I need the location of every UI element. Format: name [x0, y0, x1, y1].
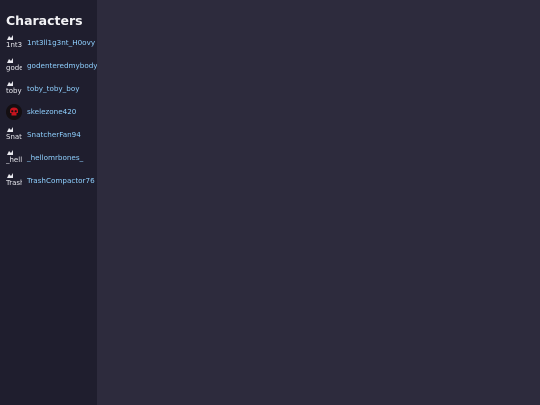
- avatar: toby: [6, 81, 22, 97]
- avatar: 1nt3l: [6, 35, 22, 51]
- main-content-area: [97, 0, 540, 405]
- avatar-alt-text: 1nt3l: [6, 41, 22, 49]
- character-item[interactable]: _hell _hellomrbones_: [0, 147, 97, 170]
- avatar-alt-text: _hell: [6, 156, 22, 164]
- sidebar-title: Characters: [6, 13, 83, 28]
- character-name[interactable]: _hellomrbones_: [27, 153, 83, 163]
- broken-image-icon: [7, 127, 13, 132]
- avatar: Snatc: [6, 127, 22, 143]
- character-list: 1nt3l 1nt3ll1g3nt_H0ovy gode godenteredm…: [0, 32, 97, 193]
- avatar-alt-text: toby: [6, 87, 22, 95]
- character-item[interactable]: 1nt3l 1nt3ll1g3nt_H0ovy: [0, 32, 97, 55]
- avatar: gode: [6, 58, 22, 74]
- character-name[interactable]: 1nt3ll1g3nt_H0ovy: [27, 38, 95, 48]
- broken-image-icon: [7, 35, 13, 40]
- character-item[interactable]: Trash TrashCompactor76: [0, 170, 97, 193]
- character-item[interactable]: skelezone420: [0, 101, 97, 124]
- app-window: Characters 1nt3l 1nt3ll1g3nt_H0ovy gode …: [0, 0, 540, 405]
- character-item[interactable]: toby toby_toby_boy: [0, 78, 97, 101]
- broken-image-icon: [7, 150, 13, 155]
- characters-sidebar: Characters 1nt3l 1nt3ll1g3nt_H0ovy gode …: [0, 0, 97, 405]
- skull-icon: [6, 104, 22, 120]
- broken-image-icon: [7, 58, 13, 63]
- skull-avatar: [6, 104, 22, 120]
- avatar-alt-text: Trash: [6, 179, 22, 187]
- avatar: Trash: [6, 173, 22, 189]
- avatar-alt-text: Snatc: [6, 133, 22, 141]
- avatar: _hell: [6, 150, 22, 166]
- character-name[interactable]: SnatcherFan94: [27, 130, 81, 140]
- character-name[interactable]: skelezone420: [27, 107, 76, 117]
- character-item[interactable]: Snatc SnatcherFan94: [0, 124, 97, 147]
- avatar-alt-text: gode: [6, 64, 22, 72]
- character-name[interactable]: godenteredmybody: [27, 61, 97, 71]
- character-item[interactable]: gode godenteredmybody: [0, 55, 97, 78]
- broken-image-icon: [7, 81, 13, 86]
- broken-image-icon: [7, 173, 13, 178]
- character-name[interactable]: TrashCompactor76: [27, 176, 95, 186]
- character-name[interactable]: toby_toby_boy: [27, 84, 79, 94]
